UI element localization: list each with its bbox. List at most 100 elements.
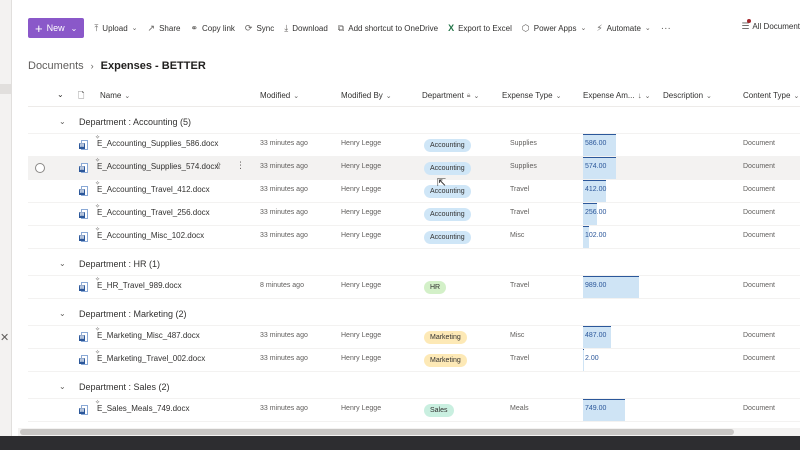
group-header[interactable]: ⌄ Department : Accounting (5)	[28, 110, 800, 134]
file-name-text: E_Accounting_Supplies_574.docx	[97, 162, 219, 171]
column-header-expense-amount[interactable]: Expense Am... ↓ ⌄	[583, 91, 650, 100]
view-selector-label: All Document	[752, 22, 800, 31]
share-icon[interactable]: ⇪	[215, 161, 223, 172]
group-header[interactable]: ⌄ Department : Sales (2)	[28, 375, 800, 399]
page-title: Expenses - BETTER	[100, 60, 206, 72]
breadcrumb-documents[interactable]: Documents	[28, 60, 84, 72]
view-selector[interactable]: ☰ All Document	[741, 19, 800, 32]
command-label: Download	[292, 23, 328, 33]
download-icon: ⤓	[284, 22, 289, 33]
more-commands-button[interactable]: ···	[661, 23, 671, 34]
content-type-cell: Document	[743, 232, 775, 239]
power-apps-icon: ⬡	[521, 22, 530, 33]
modified-by-cell[interactable]: Henry Legge	[341, 163, 381, 170]
column-header-modified[interactable]: Modified ⌄	[260, 91, 299, 100]
modified-by-cell[interactable]: Henry Legge	[341, 232, 381, 239]
more-actions-icon[interactable]: ⋮	[236, 160, 245, 171]
download-button[interactable]: ⤓ Download	[284, 23, 328, 34]
modified-cell: 33 minutes ago	[260, 163, 308, 170]
close-icon[interactable]: ✕	[0, 331, 9, 344]
word-document-icon: W	[79, 405, 88, 416]
expense-type-cell: Travel	[510, 282, 530, 289]
new-item-icon: ✧	[95, 158, 101, 164]
table-row[interactable]: W ✧ E_Accounting_Supplies_574.docx ⇪ ⋮ 33 min…	[28, 157, 800, 180]
share-button[interactable]: ↗ Share	[148, 23, 181, 34]
modified-by-cell[interactable]: Henry Legge	[341, 186, 381, 193]
file-name-link[interactable]: ✧ E_HR_Travel_989.docx	[95, 277, 182, 290]
power-apps-button[interactable]: ⬡ Power Apps ⌄	[522, 23, 586, 34]
file-name-link[interactable]: ✧ E_Accounting_Misc_102.docx	[95, 227, 204, 240]
table-row[interactable]: W ✧ E_Marketing_Travel_002.docx 33 minutes …	[28, 349, 800, 372]
row-select-radio[interactable]	[35, 163, 45, 173]
modified-by-cell[interactable]: Henry Legge	[341, 282, 381, 289]
chevron-down-icon[interactable]: ⌄	[59, 117, 66, 126]
chevron-right-icon: ›	[90, 61, 94, 71]
modified-by-cell[interactable]: Henry Legge	[341, 332, 381, 339]
table-row[interactable]: W ✧ E_Accounting_Travel_412.docx 33 minutes…	[28, 180, 800, 203]
table-row[interactable]: W ✧ E_Accounting_Supplies_586.docx 33 minut…	[28, 134, 800, 157]
new-item-icon: ✧	[95, 350, 101, 356]
export-to-excel-button[interactable]: X Export to Excel	[448, 23, 512, 33]
expense-type-cell: Misc	[510, 332, 525, 339]
new-button[interactable]: + New ⌄	[28, 18, 85, 38]
department-pill: Marketing	[424, 354, 467, 367]
file-name-link[interactable]: ✧ E_Accounting_Travel_412.docx	[95, 181, 210, 194]
file-type-icon[interactable]: 🗋	[78, 90, 84, 104]
sync-button[interactable]: ⟳ Sync	[245, 23, 274, 34]
excel-icon: X	[448, 23, 455, 33]
chevron-down-icon[interactable]: ⌄	[59, 259, 66, 268]
modified-by-cell[interactable]: Henry Legge	[341, 209, 381, 216]
new-item-icon: ✧	[95, 400, 101, 406]
table-row[interactable]: W ✧ E_Accounting_Travel_256.docx 33 minutes…	[28, 203, 800, 226]
upload-button[interactable]: ⤒ Upload ⌄	[94, 23, 137, 34]
group-header[interactable]: ⌄ Department : HR (1)	[28, 252, 800, 276]
mouse-cursor-icon: ⇱	[437, 177, 447, 189]
chevron-down-icon[interactable]: ⌄	[59, 309, 66, 318]
modified-cell: 8 minutes ago	[260, 282, 304, 289]
new-item-icon: ✧	[95, 204, 101, 210]
file-name-link[interactable]: ✧ E_Marketing_Misc_487.docx	[95, 327, 200, 340]
column-header-department[interactable]: Department 🔒︎ ⌄	[422, 91, 479, 100]
modified-by-cell[interactable]: Henry Legge	[341, 140, 381, 147]
file-name-link[interactable]: ✧ E_Accounting_Supplies_574.docx	[95, 158, 219, 171]
expense-type-cell: Meals	[510, 405, 529, 412]
modified-cell: 33 minutes ago	[260, 186, 308, 193]
column-header-modified-by-label: Modified By	[341, 91, 383, 100]
file-name-link[interactable]: ✧ E_Accounting_Supplies_586.docx	[95, 135, 219, 148]
chevron-down-icon[interactable]: ⌄	[59, 382, 66, 391]
table-row[interactable]: W ✧ E_Accounting_Misc_102.docx 33 minutes a…	[28, 226, 800, 249]
automate-button[interactable]: ⚡ Automate ⌄	[596, 23, 650, 34]
modified-cell: 33 minutes ago	[260, 209, 308, 216]
column-header-modified-by[interactable]: Modified By ⌄	[341, 91, 392, 100]
left-nav-strip: ✕	[0, 0, 12, 436]
word-document-icon: W	[79, 282, 88, 293]
chevron-down-icon: ⌄	[131, 25, 138, 32]
expense-type-cell: Supplies	[510, 140, 537, 147]
modified-by-cell[interactable]: Henry Legge	[341, 355, 381, 362]
view-list-icon: ☰	[741, 19, 752, 31]
file-name-text: E_Accounting_Supplies_586.docx	[97, 139, 219, 148]
column-header-name[interactable]: Name ⌄	[100, 91, 130, 100]
expense-amount-cell: 487.00	[585, 332, 607, 339]
chevron-down-icon: ⌄	[70, 23, 78, 33]
collapse-all-chevron-icon[interactable]: ⌄	[57, 90, 64, 99]
file-name-link[interactable]: ✧ E_Marketing_Travel_002.docx	[95, 350, 205, 363]
department-pill: Marketing	[424, 331, 467, 344]
copy-link-button[interactable]: ⚭ Copy link	[190, 23, 234, 34]
modified-by-cell[interactable]: Henry Legge	[341, 405, 381, 412]
add-shortcut-to-onedrive-button[interactable]: ⧉ Add shortcut to OneDrive	[338, 23, 438, 34]
scrollbar-thumb[interactable]	[20, 429, 734, 435]
column-header-content-type-label: Content Type	[743, 91, 791, 100]
table-row[interactable]: W ✧ E_Marketing_Misc_487.docx 33 minutes ag…	[28, 326, 800, 349]
command-label: Copy link	[201, 23, 235, 33]
column-header-expense-type[interactable]: Expense Type ⌄	[502, 91, 561, 100]
table-row[interactable]: W ✧ E_HR_Travel_989.docx 8 minutes ago Henry…	[28, 276, 800, 299]
table-row[interactable]: W ✧ E_Sales_Meals_749.docx 33 minutes ago He…	[28, 399, 800, 422]
horizontal-scrollbar[interactable]	[18, 428, 800, 436]
group-header[interactable]: ⌄ Department : Marketing (2)	[28, 302, 800, 326]
file-name-link[interactable]: ✧ E_Accounting_Travel_256.docx	[95, 204, 210, 217]
column-header-content-type[interactable]: Content Type ⌄	[743, 91, 799, 100]
word-document-icon: W	[79, 355, 88, 366]
file-name-link[interactable]: ✧ E_Sales_Meals_749.docx	[95, 400, 190, 413]
column-header-description[interactable]: Description ⌄	[663, 91, 712, 100]
